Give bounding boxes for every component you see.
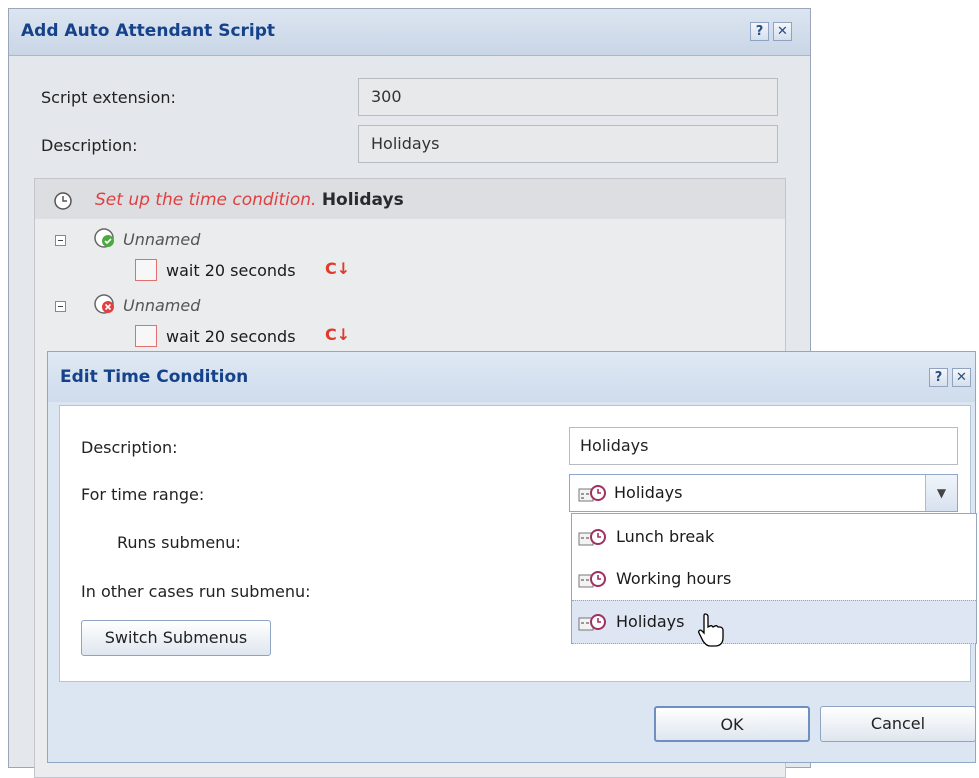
goto-arrow-icon: C↓ xyxy=(325,325,351,344)
time-range-select[interactable]: Holidays ▼ xyxy=(569,474,958,512)
time-condition-nomatch-icon xyxy=(93,293,117,319)
calendar-clock-icon xyxy=(578,484,608,508)
description-label: Description: xyxy=(41,136,138,155)
node-checkbox[interactable] xyxy=(135,259,157,281)
time-condition-match-icon xyxy=(93,227,117,253)
inner-dialog-title: Edit Time Condition xyxy=(60,367,249,387)
help-button[interactable]: ? xyxy=(750,22,769,41)
close-icon[interactable]: ✕ xyxy=(952,368,971,387)
chevron-down-icon[interactable]: ▼ xyxy=(925,475,957,511)
hand-cursor-icon xyxy=(697,612,725,652)
inner-titlebar: Edit Time Condition ? ✕ xyxy=(48,352,975,402)
node-action[interactable]: wait 20 seconds xyxy=(166,261,296,280)
calendar-clock-icon xyxy=(578,570,608,594)
node-label[interactable]: Unnamed xyxy=(123,230,200,249)
other-cases-label: In other cases run submenu: xyxy=(81,582,311,601)
dropdown-option-label: Holidays xyxy=(616,612,685,631)
time-range-dropdown: Lunch break Working hours Holidays xyxy=(571,513,977,644)
node-checkbox[interactable] xyxy=(135,325,157,347)
calendar-clock-icon xyxy=(578,528,608,552)
dropdown-option-selected[interactable]: Holidays xyxy=(572,600,976,644)
goto-arrow-icon: C↓ xyxy=(325,259,351,278)
dropdown-option-label: Lunch break xyxy=(616,527,715,546)
description-field[interactable]: Holidays xyxy=(358,125,778,163)
node-label[interactable]: Unnamed xyxy=(123,296,200,315)
switch-submenus-button[interactable]: Switch Submenus xyxy=(81,620,271,656)
clock-icon xyxy=(53,191,73,215)
outer-titlebar: Add Auto Attendant Script ? ✕ xyxy=(9,9,810,56)
description-label: Description: xyxy=(81,438,178,457)
ok-button[interactable]: OK xyxy=(654,706,810,742)
description-input[interactable]: Holidays xyxy=(569,427,958,465)
collapse-toggle[interactable] xyxy=(55,301,66,312)
script-extension-label: Script extension: xyxy=(41,88,176,107)
cancel-button[interactable]: Cancel xyxy=(820,706,976,742)
outer-dialog-title: Add Auto Attendant Script xyxy=(21,21,276,41)
node-action[interactable]: wait 20 seconds xyxy=(166,327,296,346)
collapse-toggle[interactable] xyxy=(55,235,66,246)
time-range-value: Holidays xyxy=(614,483,683,502)
dropdown-option[interactable]: Lunch break xyxy=(572,516,976,558)
tree-header-name: Holidays xyxy=(321,190,404,210)
dropdown-option[interactable]: Working hours xyxy=(572,558,976,600)
dropdown-option-label: Working hours xyxy=(616,569,732,588)
help-button[interactable]: ? xyxy=(929,368,948,387)
tree-header[interactable]: Set up the time condition. Holidays xyxy=(35,179,785,219)
time-range-label: For time range: xyxy=(81,485,205,504)
calendar-clock-icon xyxy=(578,613,608,637)
close-icon[interactable]: ✕ xyxy=(773,22,792,41)
tree-header-instruction: Set up the time condition. xyxy=(95,190,317,210)
runs-submenu-label: Runs submenu: xyxy=(117,533,241,552)
script-extension-field[interactable]: 300 xyxy=(358,78,778,116)
